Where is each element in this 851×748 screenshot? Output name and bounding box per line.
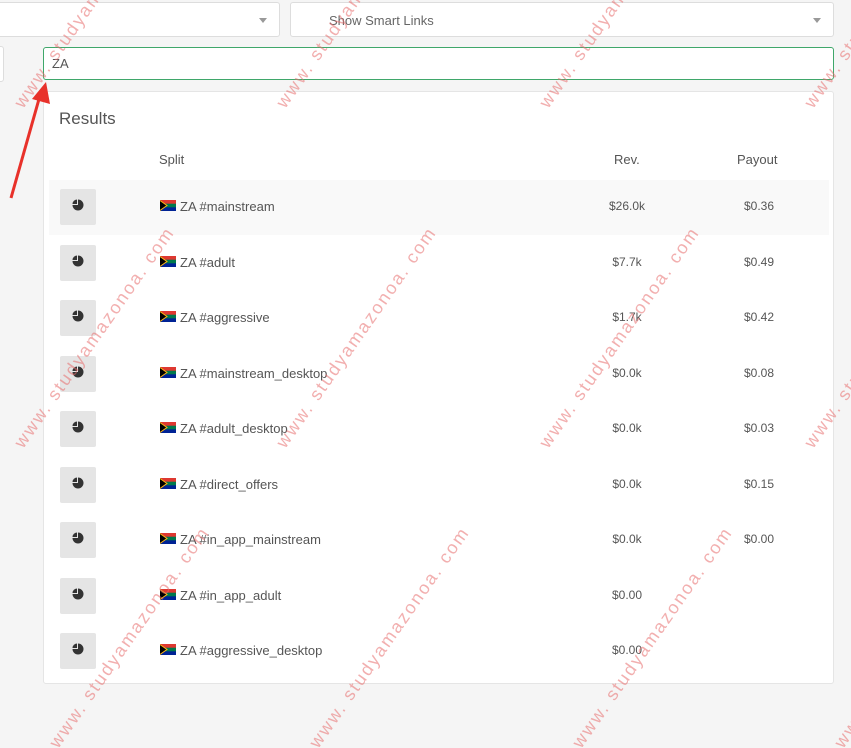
- pie-chart-icon: [72, 254, 84, 272]
- pie-chart-button[interactable]: [60, 522, 96, 558]
- pie-chart-button[interactable]: [60, 355, 96, 392]
- column-header-payout[interactable]: Payout: [737, 152, 777, 167]
- south-africa-flag-icon: [159, 421, 176, 436]
- split-name: ZA #adult_desktop: [180, 421, 288, 436]
- table-row: ZA #direct_offers $0.0k $0.15: [49, 458, 829, 513]
- split-cell: ZA #adult: [159, 254, 235, 270]
- payout-cell: $0.08: [743, 365, 775, 380]
- split-cell: ZA #adult_desktop: [159, 421, 288, 436]
- pie-chart-icon: [72, 587, 84, 605]
- rev-cell: $1.7k: [612, 310, 642, 324]
- split-name: ZA #mainstream: [180, 199, 275, 214]
- chevron-down-icon: [813, 18, 821, 23]
- pie-chart-icon: [72, 531, 84, 549]
- table-row: ZA #in_app_adult $0.00: [49, 569, 829, 624]
- pie-chart-icon: [72, 309, 84, 327]
- split-name: ZA #in_app_mainstream: [180, 532, 321, 547]
- pie-chart-icon: [72, 642, 84, 660]
- column-header-split[interactable]: Split: [159, 152, 184, 167]
- table-row: ZA #mainstream $26.0k $0.36: [49, 180, 829, 235]
- pie-chart-icon: [72, 420, 84, 438]
- split-name: ZA #direct_offers: [180, 476, 279, 492]
- payout-cell: $0.03: [743, 421, 775, 435]
- split-cell: ZA #aggressive: [159, 310, 270, 325]
- south-africa-flag-icon: [159, 477, 176, 492]
- split-cell: ZA #in_app_adult: [159, 587, 282, 603]
- rev-cell: $0.00: [611, 643, 643, 657]
- pie-chart-icon: [72, 198, 84, 216]
- pie-chart-button[interactable]: [60, 189, 96, 225]
- pie-chart-icon: [72, 476, 84, 494]
- split-name: ZA #aggressive_desktop: [180, 643, 323, 658]
- pie-chart-button[interactable]: [60, 411, 96, 447]
- payout-cell: $0.49: [743, 254, 775, 269]
- south-africa-flag-icon: [159, 532, 176, 547]
- chevron-down-icon: [259, 18, 267, 23]
- split-cell: ZA #aggressive_desktop: [159, 643, 323, 658]
- pie-chart-button[interactable]: [60, 633, 96, 669]
- split-name: ZA #in_app_adult: [180, 587, 282, 603]
- table-row: ZA #adult $7.7k $0.49: [49, 236, 829, 291]
- results-panel: Results Split Rev. Payout ZA #mainstream…: [43, 91, 834, 684]
- rev-cell: $0.0k: [612, 421, 642, 435]
- pie-chart-button[interactable]: [60, 244, 96, 281]
- results-title: Results: [59, 109, 116, 128]
- south-africa-flag-icon: [159, 643, 176, 658]
- split-name: ZA #aggressive: [180, 310, 270, 325]
- rev-cell: $26.0k: [608, 199, 646, 213]
- pie-chart-icon: [72, 365, 84, 383]
- column-header-rev[interactable]: Rev.: [614, 152, 640, 167]
- rev-cell: $0.00: [611, 587, 643, 602]
- pie-chart-button[interactable]: [60, 577, 96, 614]
- annotation-arrow: [9, 82, 50, 199]
- table-row: ZA #adult_desktop $0.0k $0.03: [49, 402, 829, 457]
- smart-links-select[interactable]: Show Smart Links: [290, 2, 834, 37]
- payout-cell: $0.42: [743, 310, 775, 324]
- payout-cell: $0.15: [743, 476, 775, 491]
- pie-chart-button[interactable]: [60, 300, 96, 336]
- filter-select[interactable]: [0, 2, 280, 37]
- south-africa-flag-icon: [159, 366, 176, 381]
- table-row: ZA #aggressive_desktop $0.00: [49, 624, 829, 679]
- payout-cell: $0.00: [743, 532, 775, 546]
- south-africa-flag-icon: [159, 199, 176, 214]
- rev-cell: $7.7k: [612, 254, 642, 269]
- split-name: ZA #mainstream_desktop: [180, 365, 328, 381]
- rev-cell: $0.0k: [612, 365, 642, 380]
- rev-cell: $0.0k: [612, 476, 642, 491]
- split-name: ZA #adult: [180, 254, 235, 270]
- split-cell: ZA #mainstream_desktop: [159, 365, 328, 381]
- south-africa-flag-icon: [159, 310, 176, 325]
- table-row: ZA #in_app_mainstream $0.0k $0.00: [49, 513, 829, 568]
- split-cell: ZA #in_app_mainstream: [159, 532, 321, 547]
- south-africa-flag-icon: [159, 255, 176, 270]
- payout-cell: $0.36: [743, 199, 775, 213]
- smart-links-select-value: Show Smart Links: [329, 13, 434, 28]
- split-cell: ZA #mainstream: [159, 199, 275, 214]
- south-africa-flag-icon: [159, 588, 176, 603]
- table-row: ZA #aggressive $1.7k $0.42: [49, 291, 829, 346]
- left-panel-edge: [0, 46, 4, 82]
- search-input[interactable]: [43, 47, 834, 80]
- table-row: ZA #mainstream_desktop $0.0k $0.08: [49, 347, 829, 402]
- pie-chart-button[interactable]: [60, 466, 96, 503]
- split-cell: ZA #direct_offers: [159, 476, 279, 492]
- rev-cell: $0.0k: [612, 532, 642, 546]
